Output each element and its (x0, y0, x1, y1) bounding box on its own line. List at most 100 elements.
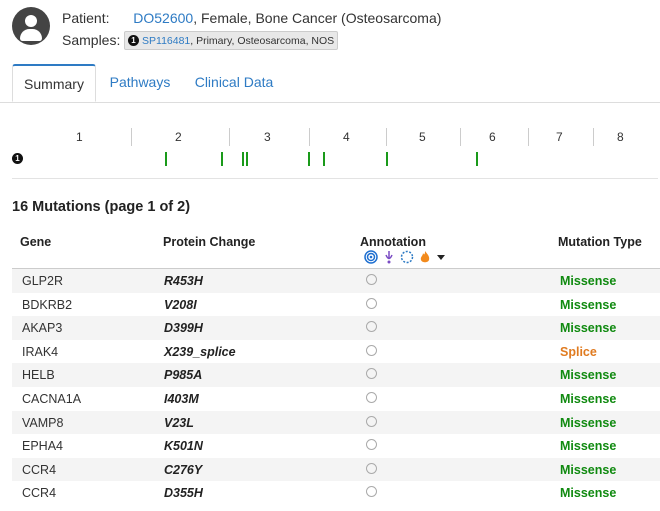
column-header-gene[interactable]: Gene (20, 235, 51, 249)
chromosome-label: 1 (76, 130, 83, 144)
gene-cell: AKAP3 (22, 321, 63, 336)
gene-cell: BDKRB2 (22, 297, 73, 312)
gene-cell: CCR4 (22, 462, 57, 477)
mutation-type-cell: Missense (560, 321, 617, 336)
table-row[interactable]: IRAK4 X239_splice Splice (12, 340, 660, 364)
genome-track: 1 2 3 4 5 6 7 8 1 (0, 120, 660, 180)
chromosome-label: 2 (175, 130, 182, 144)
mutation-type-cell: Missense (560, 392, 617, 406)
protein-change-cell: D355H (164, 486, 203, 501)
tab-summary[interactable]: Summary (12, 64, 96, 102)
tab-pathways[interactable]: Pathways (100, 64, 180, 102)
civic-icon (385, 251, 393, 264)
chromosome-label: 4 (343, 130, 350, 144)
patient-id-link[interactable]: DO52600 (133, 10, 193, 26)
chromosome-label: 7 (556, 130, 563, 144)
table-row[interactable]: GLP2R R453H Missense (12, 269, 660, 293)
annotation-circle-icon[interactable] (366, 486, 377, 498)
annotation-circle-icon[interactable] (366, 297, 377, 309)
table-row[interactable]: EPHA4 K501N Missense (12, 434, 660, 458)
mutation-type-cell: Missense (560, 439, 617, 454)
genome-track-divider (12, 178, 658, 179)
protein-change-cell: R453H (164, 274, 203, 288)
protein-change-cell: X239_splice (164, 344, 236, 359)
mutation-type-cell: Missense (560, 462, 617, 477)
protein-change-cell: K501N (164, 439, 203, 454)
table-row[interactable]: HELB P985A Missense (12, 363, 660, 387)
mutation-tick[interactable] (308, 152, 310, 166)
track-sample-index-badge: 1 (12, 153, 23, 164)
mutation-type-cell: Missense (560, 274, 617, 288)
protein-change-cell: C276Y (164, 462, 203, 477)
tab-bar: Summary Pathways Clinical Data (0, 64, 660, 103)
mutation-type-cell: Missense (560, 486, 617, 501)
gene-cell: CACNA1A (22, 392, 82, 406)
column-header-protein-change[interactable]: Protein Change (163, 235, 255, 249)
table-row[interactable]: BDKRB2 V208I Missense (12, 293, 660, 317)
mutation-tick[interactable] (386, 152, 388, 166)
chromosome-label: 8 (617, 130, 624, 144)
column-header-mutation-type[interactable]: Mutation Type (558, 235, 642, 249)
chromosome-separator (460, 128, 461, 146)
protein-change-cell: D399H (164, 321, 203, 336)
annotation-circle-icon[interactable] (366, 274, 377, 285)
sample-index-badge: 1 (128, 35, 139, 46)
my-cancer-genome-icon (400, 250, 414, 264)
gene-cell: GLP2R (22, 274, 63, 288)
patient-details: , Female, Bone Cancer (Osteosarcoma) (193, 10, 442, 26)
chromosome-separator (593, 128, 594, 146)
samples-label: Samples: (62, 32, 121, 48)
annotation-circle-icon[interactable] (366, 462, 377, 474)
annotation-circle-icon[interactable] (366, 368, 377, 380)
patient-row: Patient: DO52600, Female, Bone Cancer (O… (62, 10, 441, 26)
gene-cell: HELB (22, 368, 55, 383)
protein-change-cell: I403M (164, 392, 199, 406)
annotation-source-icons[interactable] (364, 250, 446, 264)
annotation-circle-icon[interactable] (366, 439, 377, 451)
column-header-annotation[interactable]: Annotation (360, 235, 426, 249)
patient-label: Patient: (62, 10, 110, 26)
mutation-tick[interactable] (476, 152, 478, 166)
mutation-type-cell: Missense (560, 297, 617, 312)
mutation-type-cell: Missense (560, 415, 617, 430)
gene-cell: IRAK4 (22, 344, 59, 359)
chromosome-separator (309, 128, 310, 146)
gene-cell: CCR4 (22, 486, 57, 501)
sample-details: , Primary, Osteosarcoma, NOS (190, 34, 335, 47)
mutation-type-cell: Splice (560, 344, 597, 359)
tab-clinical-data[interactable]: Clinical Data (186, 64, 282, 102)
annotation-circle-icon[interactable] (366, 321, 377, 333)
patient-avatar-icon (12, 7, 50, 45)
protein-change-cell: V23L (164, 415, 194, 430)
chromosome-separator (229, 128, 230, 146)
mutation-tick[interactable] (221, 152, 223, 166)
table-row[interactable]: CCR4 C276Y Missense (12, 457, 660, 482)
hotspot-fire-icon (420, 251, 430, 263)
annotation-circle-icon[interactable] (366, 415, 377, 427)
protein-change-cell: P985A (164, 368, 203, 383)
mutation-tick[interactable] (165, 152, 167, 166)
mutation-tick[interactable] (242, 152, 244, 166)
mutation-tick[interactable] (323, 152, 325, 166)
chromosome-separator (386, 128, 387, 146)
protein-change-cell: V208I (164, 297, 197, 312)
mutation-type-cell: Missense (560, 368, 617, 383)
gene-cell: EPHA4 (22, 439, 63, 454)
sample-id-link[interactable]: SP116481 (142, 35, 190, 47)
chromosome-label: 6 (489, 130, 496, 144)
annotation-circle-icon[interactable] (366, 392, 377, 403)
annotation-circle-icon[interactable] (366, 344, 377, 356)
oncokb-icon (364, 250, 378, 264)
sample-badge[interactable]: 1 SP116481, Primary, Osteosarcoma, NOS (124, 31, 339, 50)
table-row[interactable]: AKAP3 D399H Missense (12, 316, 660, 340)
mutations-heading: 16 Mutations (page 1 of 2) (12, 199, 191, 215)
chromosome-label: 5 (419, 130, 426, 144)
mutation-tick[interactable] (246, 152, 248, 166)
table-row[interactable]: CCR4 D355H Missense (12, 481, 660, 505)
table-row[interactable]: VAMP8 V23L Missense (12, 410, 660, 435)
table-row[interactable]: CACNA1A I403M Missense (12, 387, 660, 411)
chromosome-separator (131, 128, 132, 146)
gene-cell: VAMP8 (22, 415, 64, 430)
caret-down-icon (437, 255, 445, 260)
chromosome-label: 3 (264, 130, 271, 144)
